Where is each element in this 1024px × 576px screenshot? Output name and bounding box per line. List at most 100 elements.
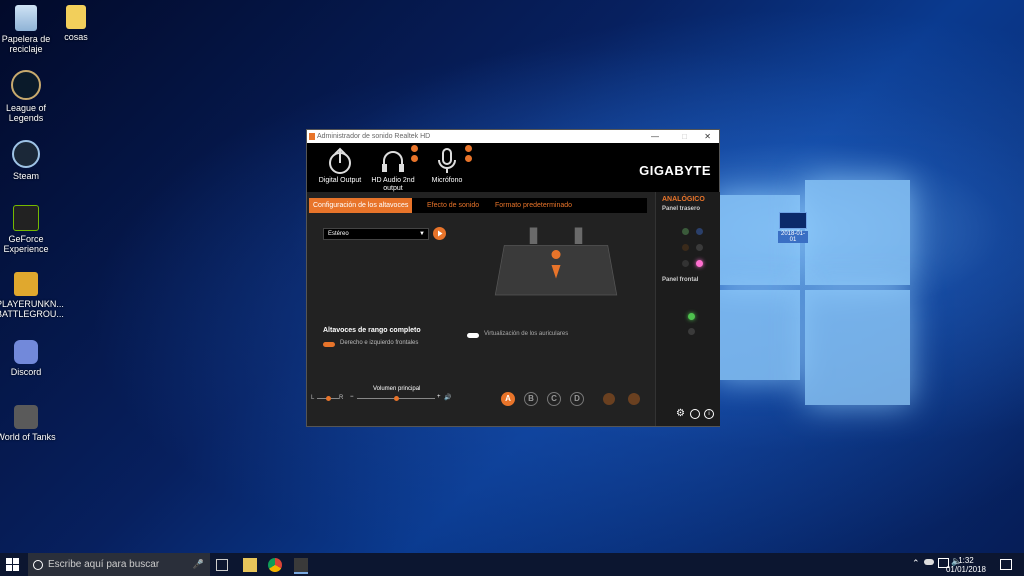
- microphone-icon: [438, 148, 456, 173]
- jack-black-icon[interactable]: [696, 244, 703, 251]
- desktop-icon-label: Steam: [12, 171, 39, 181]
- desktop-screenshot-file[interactable]: 2018-01-01: [778, 212, 808, 243]
- chrome-taskbar-icon[interactable]: [268, 558, 282, 572]
- speaker-room-visual: [494, 227, 618, 296]
- device-toolbar: Digital Output HD Audio 2nd output Micró…: [307, 143, 719, 195]
- fullrange-title: Altavoces de rango completo: [323, 327, 421, 334]
- device-hd-audio-2nd-output[interactable]: HD Audio 2nd output: [363, 147, 423, 193]
- apply-check-icon[interactable]: [603, 393, 615, 405]
- tray-chevron-up-icon[interactable]: ⌃: [912, 558, 920, 569]
- speaker-volume-icon[interactable]: 🔊: [444, 394, 451, 401]
- taskbar: Escribe aquí para buscar 🎤 ⌃ 🔈 1:32 01/0…: [0, 553, 1024, 576]
- profile-d-button[interactable]: D: [570, 392, 584, 406]
- desktop-icon-label: PLAYERUNKN... BATTLEGROU...: [0, 299, 64, 319]
- profile-a-button[interactable]: A: [501, 392, 515, 406]
- tab-speaker-config[interactable]: Configuración de los altavoces: [309, 198, 413, 213]
- left-speaker-icon: [529, 227, 538, 244]
- world-of-tanks-icon: [14, 405, 38, 429]
- microphone-icon[interactable]: 🎤: [193, 553, 204, 576]
- balance-l-label: L: [311, 395, 315, 401]
- folder-icon: [66, 5, 86, 29]
- balance-slider[interactable]: [317, 396, 339, 401]
- geforce-icon: [13, 205, 39, 231]
- headphone-virtualization-toggle[interactable]: [467, 333, 479, 338]
- device-label: Digital Output: [318, 177, 362, 184]
- clock-date: 01/01/2018: [945, 565, 986, 574]
- chevron-down-icon: ▼: [419, 231, 425, 237]
- connector-settings-icon[interactable]: [690, 409, 700, 419]
- rear-panel-label: Panel trasero: [662, 206, 701, 212]
- desktop-icon-label: GeForce Experience: [3, 234, 49, 254]
- digital-output-icon: [329, 147, 351, 174]
- league-of-legends-icon: [11, 70, 41, 100]
- minimize-button[interactable]: —: [651, 130, 659, 143]
- device-label: HD Audio 2nd output: [371, 177, 415, 192]
- desktop-icon-folder[interactable]: cosas: [46, 5, 106, 42]
- tab-bar: Configuración de los altavoces Efecto de…: [309, 198, 647, 213]
- desktop-icon-geforce[interactable]: GeForce Experience: [0, 205, 56, 254]
- settings-gear-icon[interactable]: ⚙: [676, 408, 685, 419]
- file-explorer-taskbar-icon[interactable]: [243, 558, 257, 572]
- desktop-file-label: 2018-01-01: [778, 231, 808, 243]
- main-panel: Configuración de los altavoces Efecto de…: [307, 192, 655, 426]
- desktop-icon-discord[interactable]: Discord: [0, 340, 56, 377]
- maximize-button[interactable]: □: [682, 130, 687, 143]
- tab-default-format[interactable]: Formato predeterminado: [495, 198, 572, 213]
- jack-orange-icon[interactable]: [682, 244, 689, 251]
- taskbar-clock[interactable]: 1:32 01/01/2018: [946, 556, 986, 574]
- onedrive-icon[interactable]: [924, 559, 934, 565]
- profile-c-button[interactable]: C: [547, 392, 561, 406]
- close-button[interactable]: ✕: [704, 130, 711, 143]
- notifications-icon[interactable]: [1000, 559, 1012, 570]
- search-placeholder: Escribe aquí para buscar: [48, 559, 160, 570]
- front-panel-label: Panel frontal: [662, 277, 699, 283]
- front-jack-green-icon[interactable]: [688, 313, 695, 320]
- realtek-audio-manager-window[interactable]: Administrador de sonido Realtek HD — □ ✕…: [306, 129, 720, 427]
- fullrange-option-label: Derecho e izquierdo frontales: [340, 340, 419, 346]
- windows-start-icon[interactable]: [6, 558, 19, 571]
- jack-green-icon[interactable]: [682, 228, 689, 235]
- device-digital-output[interactable]: Digital Output: [310, 147, 370, 185]
- speaker-app-icon: [309, 133, 315, 140]
- jack-gray-icon[interactable]: [682, 260, 689, 267]
- desktop-icon-world-of-tanks[interactable]: World of Tanks: [0, 405, 56, 442]
- task-view-icon[interactable]: [216, 559, 228, 571]
- volume-minus-icon[interactable]: −: [350, 394, 354, 400]
- taskbar-search-box[interactable]: Escribe aquí para buscar 🎤: [28, 553, 210, 576]
- desktop-icon-label: Discord: [10, 367, 42, 377]
- window-titlebar[interactable]: Administrador de sonido Realtek HD — □ ✕: [307, 130, 719, 143]
- play-test-button[interactable]: [433, 227, 446, 240]
- windows-wallpaper-logo: [700, 150, 930, 450]
- volume-plus-icon[interactable]: +: [437, 394, 441, 400]
- volume-knob[interactable]: [394, 396, 399, 401]
- speaker-config-select[interactable]: Estéreo ▼: [323, 228, 429, 240]
- gigabyte-logo: GIGABYTE: [639, 163, 711, 178]
- fullrange-toggle[interactable]: [323, 342, 335, 347]
- recycle-bin-icon: [15, 5, 37, 31]
- realtek-taskbar-icon[interactable]: [294, 558, 308, 574]
- pubg-icon: [14, 272, 38, 296]
- headphones-icon: [382, 151, 404, 172]
- front-jack-pink-icon[interactable]: [688, 328, 695, 335]
- desktop-icon-label: League of Legends: [5, 103, 47, 123]
- info-icon[interactable]: i: [704, 409, 714, 419]
- status-indicator-icon: [465, 155, 472, 162]
- desktop-icon-league[interactable]: League of Legends: [0, 70, 56, 123]
- jack-pink-icon[interactable]: [696, 260, 703, 267]
- right-speaker-icon: [574, 227, 583, 244]
- profile-b-button[interactable]: B: [524, 392, 538, 406]
- balance-knob[interactable]: [326, 396, 331, 401]
- device-microphone[interactable]: Micrófono: [417, 147, 477, 185]
- volume-slider[interactable]: [357, 396, 435, 401]
- desktop-icon-pubg[interactable]: PLAYERUNKN... BATTLEGROU...: [0, 272, 64, 319]
- desktop-icon-steam[interactable]: Steam: [0, 140, 56, 181]
- jack-blue-icon[interactable]: [696, 228, 703, 235]
- desktop-icon-label: cosas: [64, 32, 88, 42]
- image-thumbnail-icon: [779, 212, 807, 229]
- connector-side-panel: ANALÓGICO Panel trasero Panel frontal ⚙ …: [655, 192, 720, 426]
- device-label: Micrófono: [431, 177, 463, 184]
- discord-icon: [14, 340, 38, 364]
- revert-check-icon[interactable]: [628, 393, 640, 405]
- tab-sound-effect[interactable]: Efecto de sonido: [427, 198, 479, 213]
- volume-label: Volumen principal: [373, 386, 421, 392]
